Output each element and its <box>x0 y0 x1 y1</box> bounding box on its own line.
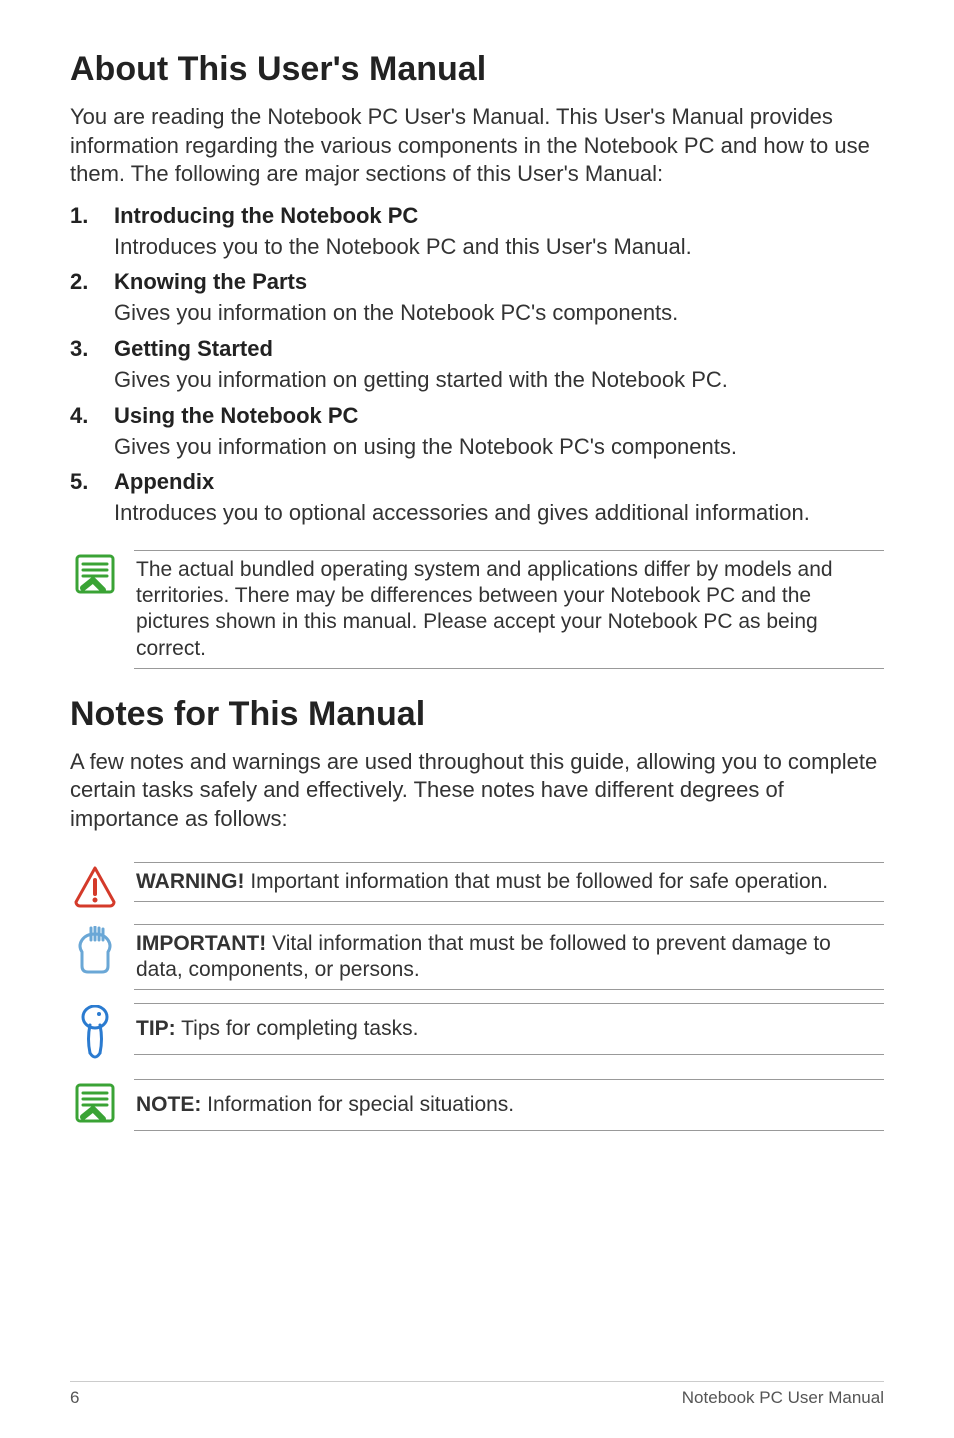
callout-tip: TIP: Tips for completing tasks. <box>70 1003 884 1065</box>
warning-text: Important information that must be follo… <box>245 870 829 893</box>
page-number: 6 <box>70 1388 79 1408</box>
section-item: Introducing the Notebook PC Introduces y… <box>70 203 884 262</box>
section-title: Getting Started <box>114 336 884 362</box>
section-desc: Introduces you to optional accessories a… <box>114 499 884 528</box>
tip-label: TIP: <box>136 1017 176 1040</box>
callout-warning: WARNING! Important information that must… <box>70 862 884 910</box>
callout-text: NOTE: Information for special situations… <box>134 1079 884 1131</box>
important-icon <box>70 924 120 978</box>
section-desc: Gives you information on the Notebook PC… <box>114 299 884 328</box>
note-icon <box>70 1079 120 1125</box>
section-title: Knowing the Parts <box>114 269 884 295</box>
heading-about: About This User's Manual <box>70 50 884 89</box>
section-item: Appendix Introduces you to optional acce… <box>70 469 884 528</box>
callout-text: The actual bundled operating system and … <box>134 550 884 669</box>
important-label: IMPORTANT! <box>136 932 266 955</box>
section-desc: Introduces you to the Notebook PC and th… <box>114 233 884 262</box>
section-title: Introducing the Notebook PC <box>114 203 884 229</box>
sections-list: Introducing the Notebook PC Introduces y… <box>70 203 884 536</box>
note-text: Information for special situations. <box>201 1093 514 1116</box>
tip-icon <box>70 1003 120 1065</box>
callout-text: TIP: Tips for completing tasks. <box>134 1003 884 1055</box>
section-title: Appendix <box>114 469 884 495</box>
page-footer: 6 Notebook PC User Manual <box>70 1381 884 1408</box>
callout-important: IMPORTANT! Vital information that must b… <box>70 924 884 991</box>
section-item: Getting Started Gives you information on… <box>70 336 884 395</box>
note-label: NOTE: <box>136 1093 201 1116</box>
tip-text: Tips for completing tasks. <box>176 1017 419 1040</box>
callout-text: IMPORTANT! Vital information that must b… <box>134 924 884 991</box>
warning-label: WARNING! <box>136 870 245 893</box>
intro-notes: A few notes and warnings are used throug… <box>70 748 884 834</box>
section-desc: Gives you information on getting started… <box>114 366 884 395</box>
callout-note: NOTE: Information for special situations… <box>70 1079 884 1131</box>
footer-doc-title: Notebook PC User Manual <box>682 1388 884 1408</box>
note-icon <box>70 550 120 596</box>
section-item: Using the Notebook PC Gives you informat… <box>70 403 884 462</box>
section-desc: Gives you information on using the Noteb… <box>114 433 884 462</box>
callout-text: WARNING! Important information that must… <box>134 862 884 902</box>
callout-note-bundled: The actual bundled operating system and … <box>70 550 884 669</box>
section-item: Knowing the Parts Gives you information … <box>70 269 884 328</box>
warning-icon <box>70 862 120 910</box>
section-title: Using the Notebook PC <box>114 403 884 429</box>
heading-notes: Notes for This Manual <box>70 695 884 734</box>
intro-about: You are reading the Notebook PC User's M… <box>70 103 884 189</box>
